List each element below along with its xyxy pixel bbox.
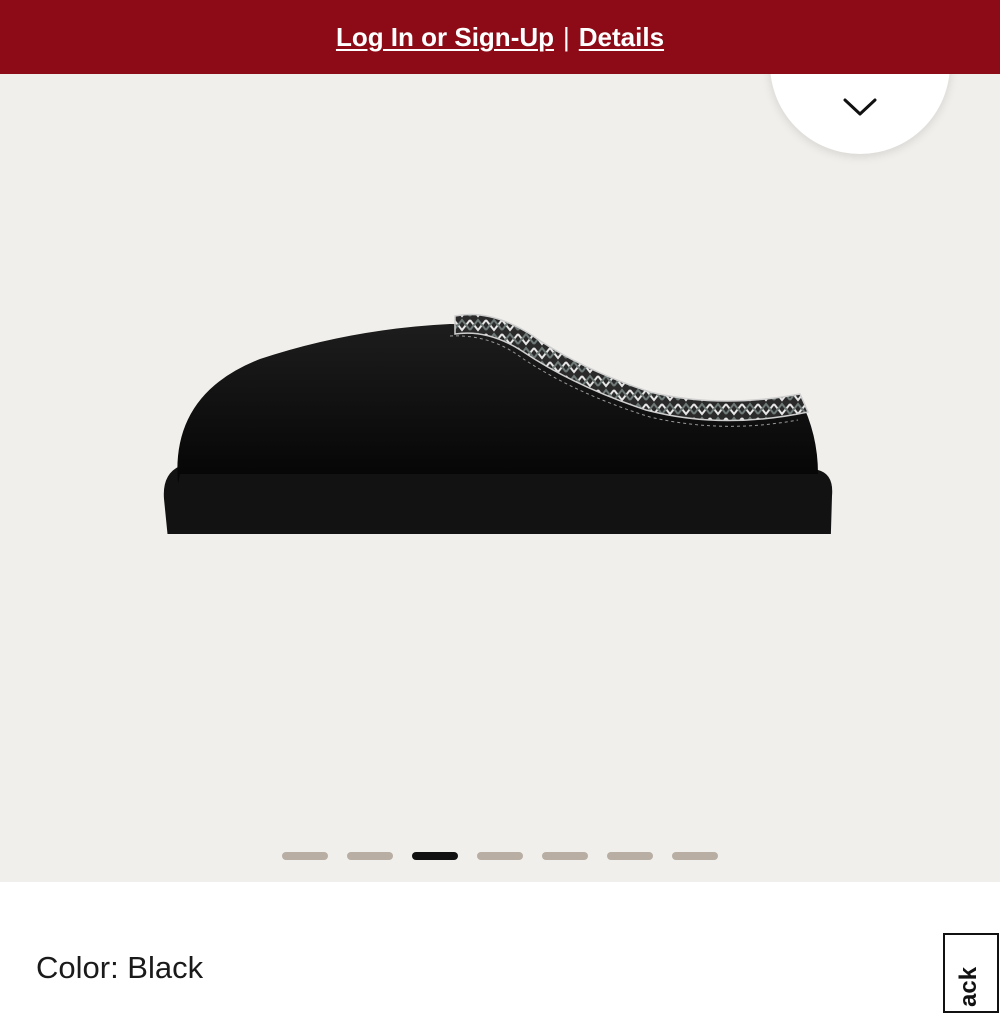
pagination-dot[interactable] [477, 852, 523, 860]
product-image-gallery[interactable] [0, 74, 1000, 882]
gallery-pagination [0, 852, 1000, 860]
pagination-dot-active[interactable] [412, 852, 458, 860]
pagination-dot[interactable] [347, 852, 393, 860]
feedback-tab-label: ack [955, 966, 982, 1007]
feedback-tab[interactable]: ack [943, 933, 999, 1013]
pagination-dot[interactable] [672, 852, 718, 860]
product-image[interactable] [150, 234, 850, 534]
promo-banner: Log In or Sign-Up | Details [0, 0, 1000, 74]
pagination-dot[interactable] [282, 852, 328, 860]
selected-color-label: Color: Black [36, 950, 204, 985]
chevron-down-icon [843, 98, 877, 116]
pagination-dot[interactable] [607, 852, 653, 860]
details-link[interactable]: Details [579, 22, 664, 53]
collapse-button[interactable] [770, 74, 950, 154]
pagination-dot[interactable] [542, 852, 588, 860]
banner-separator: | [563, 21, 570, 52]
login-signup-link[interactable]: Log In or Sign-Up [336, 22, 554, 53]
